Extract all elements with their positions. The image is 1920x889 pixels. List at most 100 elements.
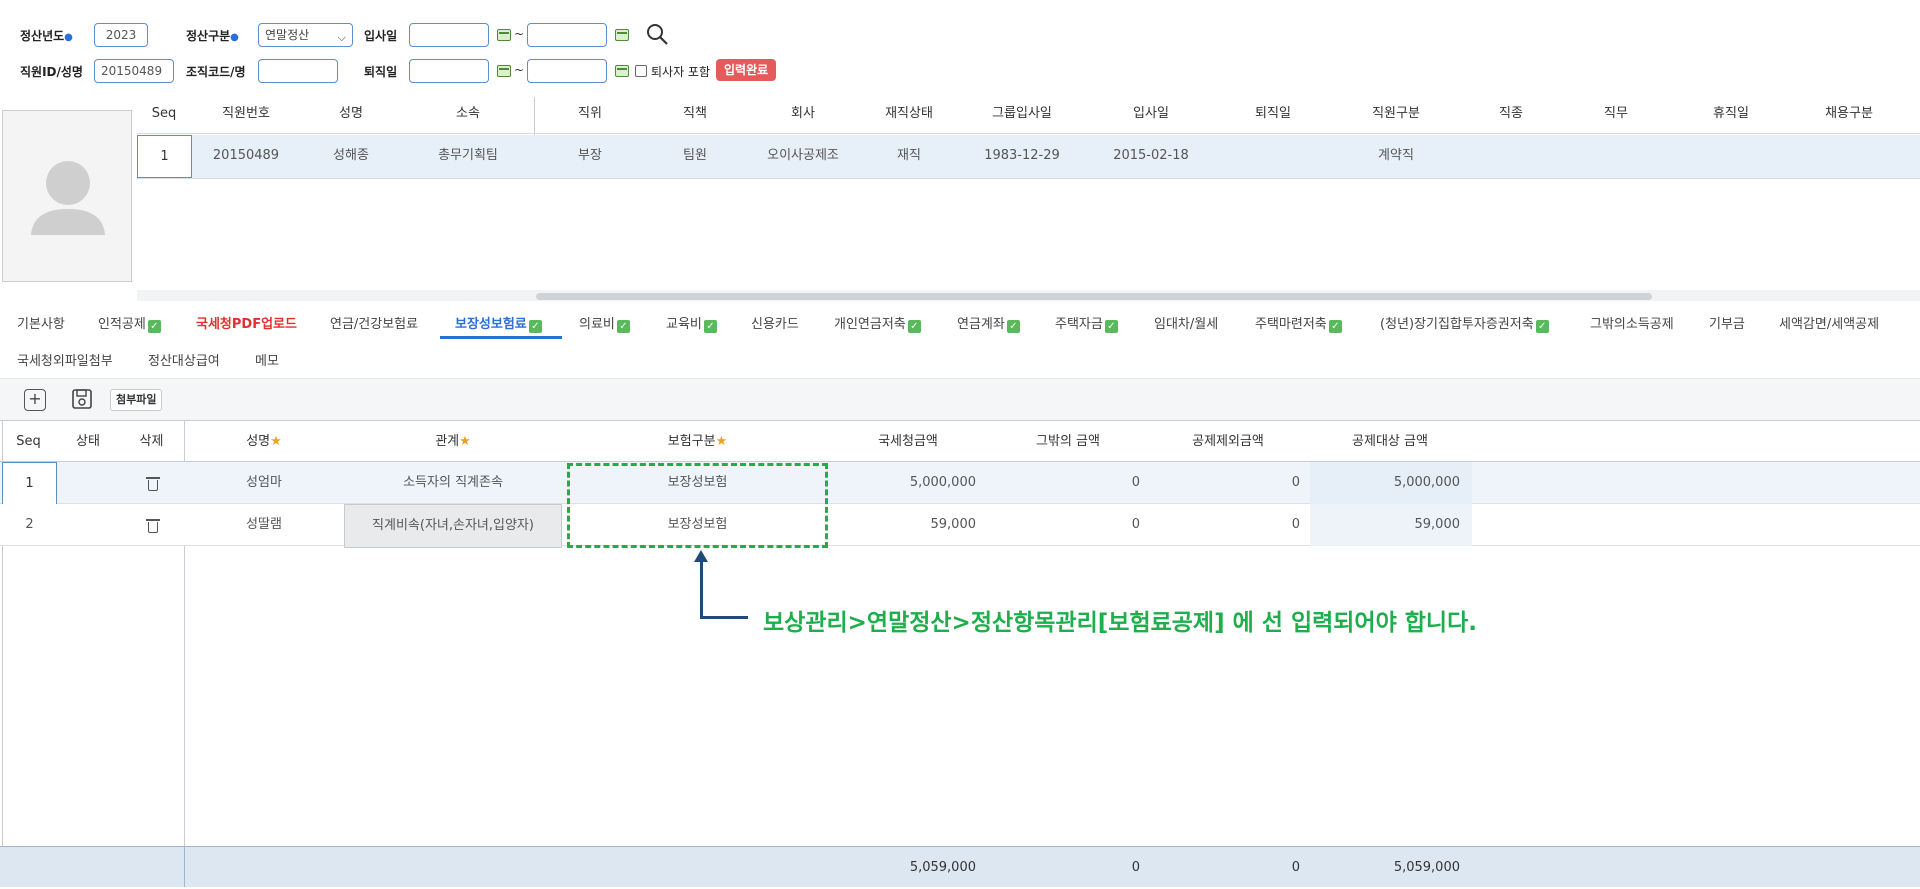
total-excluded-amount: 0	[1291, 860, 1300, 875]
tab-pension-health[interactable]: 연금/건강보험료	[330, 313, 418, 332]
cell-other-amount[interactable]: 0	[988, 462, 1144, 504]
tab-nts-pdf-upload[interactable]: 국세청PDF업로드	[196, 313, 297, 332]
save-icon[interactable]	[71, 388, 93, 414]
tab-pension-account[interactable]: 연금계좌 ✓	[957, 313, 1020, 333]
column-header: 직책	[683, 106, 707, 121]
cell-join: 2015-02-18	[1113, 148, 1189, 163]
tab-youth-investment[interactable]: (청년)장기집합투자증권저축 ✓	[1380, 313, 1549, 333]
range-separator: ~	[514, 27, 525, 41]
tab-credit-card[interactable]: 신용카드	[751, 313, 799, 332]
tab-label: 연금계좌	[957, 317, 1005, 332]
calendar-icon[interactable]	[615, 65, 629, 77]
check-icon: ✓	[528, 320, 542, 333]
cell-status: 재직	[897, 148, 921, 163]
search-icon[interactable]	[645, 22, 669, 50]
cell-nts-amount[interactable]: 59,000	[828, 504, 980, 546]
column-header: 공제제외금액	[1192, 434, 1264, 449]
cell-nts-amount[interactable]: 5,000,000	[828, 462, 980, 504]
hire-date-label: 입사일	[364, 29, 398, 43]
column-header-relation: 관계★	[435, 434, 471, 449]
tab-protection-insurance[interactable]: 보장성보험료 ✓	[455, 313, 542, 333]
totals-row: 5,059,000 0 0 5,059,000	[0, 846, 1920, 887]
retire-date-label: 퇴직일	[364, 65, 398, 79]
column-header: 상태	[76, 434, 100, 449]
tab-settlement-salary[interactable]: 정산대상급여	[148, 350, 220, 369]
row-seq: 1	[137, 135, 192, 178]
cell-emp-type: 계약직	[1378, 148, 1414, 163]
type-label: 정산구분●	[186, 29, 239, 43]
annotation-arrow-line	[700, 560, 703, 619]
calendar-icon[interactable]	[615, 29, 629, 41]
type-select-value: 연말정산	[265, 28, 310, 42]
detail-grid-header: Seq 상태 삭제 성명★ 관계★ 보험구분★ 국세청금액 그밖의 금액 공제제…	[0, 420, 1920, 462]
hire-date-from-input[interactable]	[409, 23, 489, 47]
tab-medical[interactable]: 의료비 ✓	[579, 313, 630, 333]
check-icon: ✓	[1328, 320, 1342, 333]
tab-housing-fund[interactable]: 주택자금 ✓	[1055, 313, 1118, 333]
tab-external-attachment[interactable]: 국세청외파일첨부	[17, 350, 113, 369]
column-header: 국세청금액	[878, 434, 938, 449]
column-header-label: 관계	[435, 434, 460, 449]
retire-date-to-input[interactable]	[527, 59, 607, 83]
column-header: 직위	[578, 106, 602, 121]
table-row[interactable]: 1 성엄마 소득자의 직계존속 보장성보험 5,000,000 0 0 5,00…	[0, 462, 1920, 505]
column-header: 회사	[791, 106, 815, 121]
column-header: Seq	[151, 106, 177, 121]
column-header: Seq	[16, 434, 41, 449]
employee-row[interactable]: 1 20150489 성해종 총무기획팀 부장 팀원 오이사공제조 재직 198…	[137, 135, 1920, 179]
tab-memo[interactable]: 메모	[255, 350, 279, 369]
tab-label: 보장성보험료	[455, 317, 527, 332]
column-header: 직무	[1604, 106, 1628, 121]
tab-label: 교육비	[666, 317, 702, 332]
plus-square-icon[interactable]: +	[24, 389, 46, 411]
trash-icon[interactable]	[146, 519, 160, 533]
check-icon: ✓	[1104, 320, 1118, 333]
cell-target-amount: 59,000	[1414, 517, 1461, 532]
cell-emp-no: 20150489	[212, 148, 280, 163]
tab-donation[interactable]: 기부금	[1709, 313, 1745, 332]
tab-label: 주택마련저축	[1255, 317, 1327, 332]
tab-label: 의료비	[579, 317, 615, 332]
check-icon: ✓	[907, 320, 921, 333]
emp-input[interactable]: 20150489	[94, 59, 174, 83]
column-header: 성명	[339, 106, 363, 121]
attach-file-button[interactable]: 첨부파일	[110, 389, 163, 411]
avatar-icon	[31, 161, 105, 235]
cell-company: 오이사공제조	[767, 148, 839, 163]
year-input[interactable]: 2023	[94, 23, 148, 47]
org-input[interactable]	[258, 59, 338, 83]
horizontal-scrollbar[interactable]	[536, 293, 1652, 300]
detail-toolbar	[0, 378, 1920, 420]
column-header: 퇴직일	[1255, 106, 1291, 121]
year-label: 정산년도●	[20, 29, 73, 43]
tab-basic[interactable]: 기본사항	[17, 313, 65, 332]
cell-other-amount[interactable]: 0	[988, 504, 1144, 546]
tab-other-income-deduction[interactable]: 그밖의소득공제	[1590, 313, 1674, 332]
trash-icon[interactable]	[146, 477, 160, 491]
cell-retire	[1215, 135, 1331, 177]
cell-duty: 팀원	[683, 148, 707, 163]
cell-excluded-amount[interactable]: 0	[1148, 462, 1304, 504]
type-select[interactable]: 연말정산 ⌵	[258, 23, 353, 47]
cell-name: 성딸램	[246, 517, 282, 532]
cell-position: 부장	[578, 148, 602, 163]
tab-tax-credit[interactable]: 세액감면/세액공제	[1779, 313, 1879, 332]
cell-group-join: 1983-12-29	[984, 148, 1060, 163]
retire-date-from-input[interactable]	[409, 59, 489, 83]
cell-excluded-amount[interactable]: 0	[1148, 504, 1304, 546]
search-panel: 정산년도● 2023 정산구분● 연말정산 ⌵ 입사일 ~ 직원ID/성명 20…	[0, 0, 1920, 94]
tab-housing-savings[interactable]: 주택마련저축 ✓	[1255, 313, 1342, 333]
tab-personal-deduction[interactable]: 인적공제 ✓	[98, 313, 161, 333]
calendar-icon[interactable]	[497, 29, 511, 41]
cell-relation[interactable]: 소득자의 직계존속	[344, 462, 562, 504]
include-retired-checkbox[interactable]	[635, 65, 647, 77]
tab-rent[interactable]: 임대차/월세	[1154, 313, 1218, 332]
hire-date-to-input[interactable]	[527, 23, 607, 47]
relation-select-cell[interactable]: 직계비속(자녀,손자녀,입양자)	[344, 504, 562, 548]
tab-education[interactable]: 교육비 ✓	[666, 313, 717, 333]
check-icon: ✓	[1006, 320, 1020, 333]
calendar-icon[interactable]	[497, 65, 511, 77]
emp-label: 직원ID/성명	[20, 65, 83, 79]
tab-personal-pension[interactable]: 개인연금저축 ✓	[834, 313, 921, 333]
column-header: 직원구분	[1372, 106, 1420, 121]
